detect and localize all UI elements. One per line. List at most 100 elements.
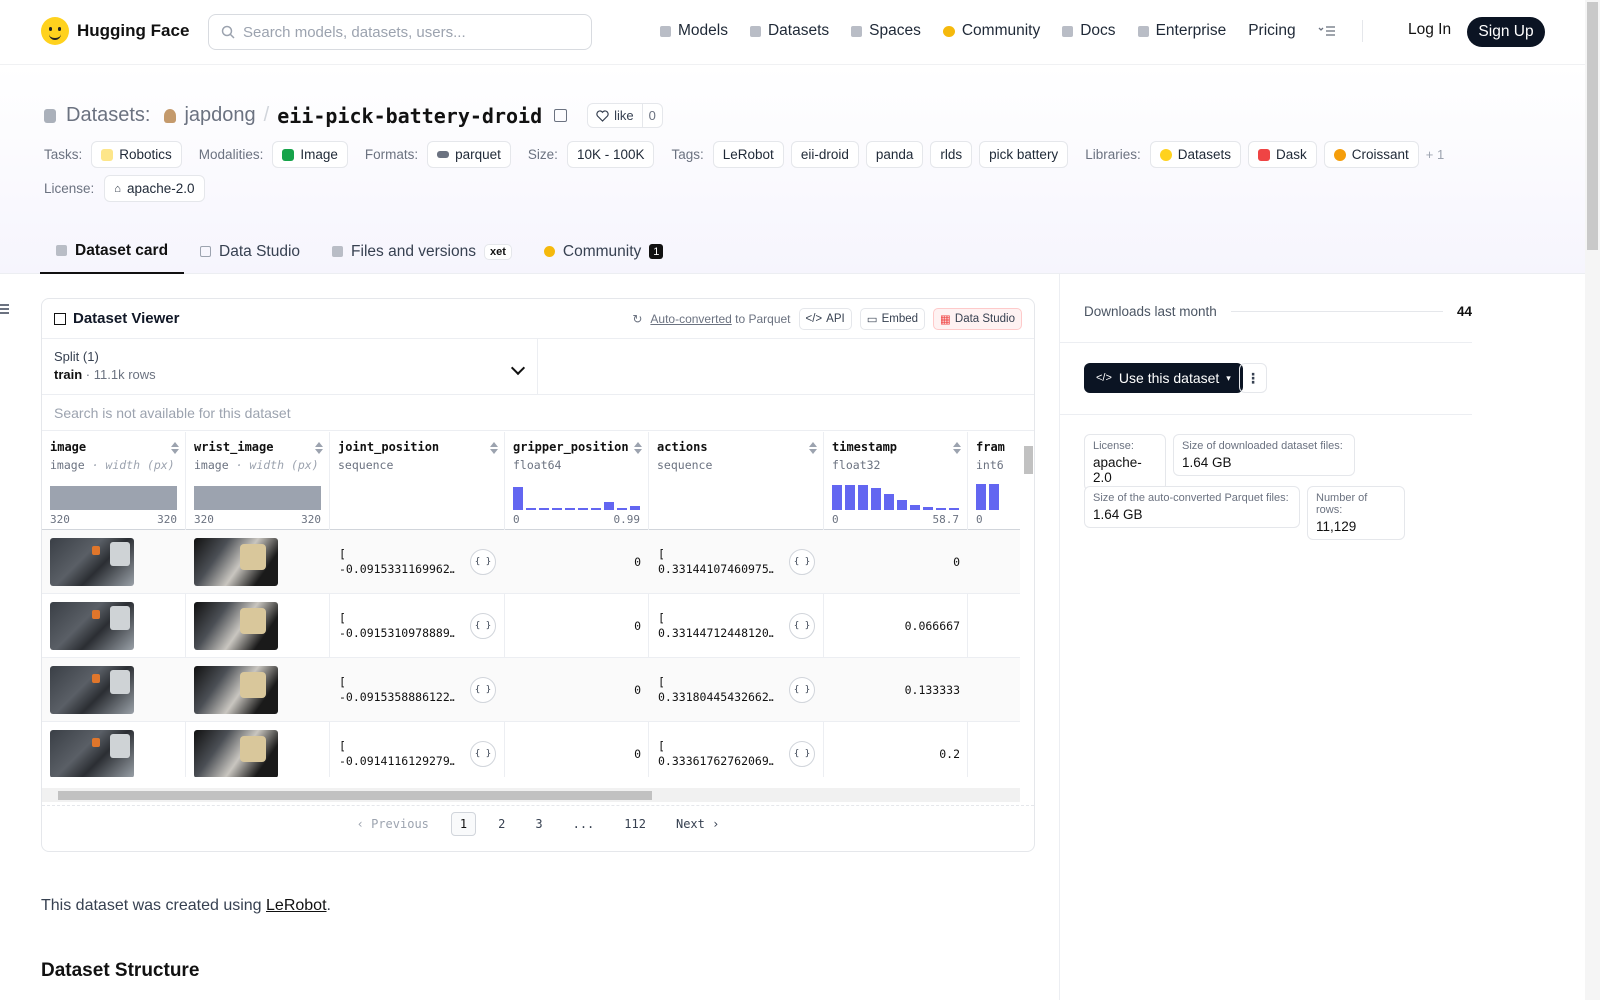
column-type: image xyxy=(50,458,85,472)
expand-json-button[interactable]: { } xyxy=(470,548,496,575)
image-thumbnail[interactable] xyxy=(50,729,134,777)
scrollbar-thumb[interactable] xyxy=(58,791,652,800)
tag-panda[interactable]: panda xyxy=(865,141,924,168)
page-scrollbar-thumb[interactable] xyxy=(1587,2,1598,250)
expand-json-button[interactable]: { } xyxy=(789,740,815,767)
sort-icon[interactable] xyxy=(171,442,179,454)
wrist-image-thumbnail[interactable] xyxy=(194,729,278,777)
global-search[interactable] xyxy=(208,14,592,50)
tab-files-versions[interactable]: Files and versions xet xyxy=(316,229,528,274)
docs-icon xyxy=(1062,25,1074,37)
sort-icon[interactable] xyxy=(490,442,498,454)
table-row[interactable]: [-0.0914116129279… { } 0 [0.333617627620… xyxy=(42,722,1020,777)
nav-pricing[interactable]: Pricing xyxy=(1248,22,1295,40)
table-row[interactable]: [-0.0915358886122… { } 0 [0.331804454326… xyxy=(42,658,1020,722)
image-thumbnail[interactable] xyxy=(50,665,134,714)
sort-icon[interactable] xyxy=(953,442,961,454)
like-button[interactable]: like 0 xyxy=(587,103,663,128)
column-header-actions[interactable]: actions sequence xyxy=(649,432,823,530)
nav-enterprise[interactable]: Enterprise xyxy=(1137,22,1226,40)
column-header-joint-position[interactable]: joint_position sequence xyxy=(330,432,504,530)
hist-bar xyxy=(976,484,986,510)
auto-converted-link[interactable]: Auto-converted xyxy=(650,312,731,326)
expand-json-button[interactable]: { } xyxy=(470,740,496,767)
tab-data-studio[interactable]: Data Studio xyxy=(184,229,316,274)
tag-format-parquet[interactable]: parquet xyxy=(427,141,511,168)
page-112[interactable]: 112 xyxy=(616,813,654,835)
search-input[interactable] xyxy=(243,23,573,41)
api-button[interactable]: </> API xyxy=(798,307,852,330)
expand-json-button[interactable]: { } xyxy=(789,548,815,575)
column-header-image[interactable]: image image · width (px) 320 320 xyxy=(42,432,185,530)
owner-link[interactable]: japdong xyxy=(184,104,255,127)
dataset-viewer: Dataset Viewer ↻ Auto-converted to Parqu… xyxy=(41,298,1035,852)
gripper-cell: 0 xyxy=(505,555,649,569)
page-scrollbar[interactable] xyxy=(1585,0,1600,1000)
tag-format-label: parquet xyxy=(455,147,501,162)
tag-lib-dask[interactable]: Dask xyxy=(1248,141,1317,168)
expand-json-button[interactable]: { } xyxy=(470,676,496,703)
column-header-timestamp[interactable]: timestamp float32 0 58.7 xyxy=(824,432,967,530)
nav-docs[interactable]: Docs xyxy=(1062,22,1116,40)
table-row[interactable]: [-0.0915331169962… { } 0 [0.331441074609… xyxy=(42,530,1020,594)
seq-value: -0.0915310978889… xyxy=(339,625,455,640)
table-row[interactable]: [-0.0915310978889… { } 0 [0.331447124481… xyxy=(42,594,1020,658)
tag-modality-image[interactable]: Image xyxy=(272,141,348,168)
sort-icon[interactable] xyxy=(315,442,323,454)
dataset-name[interactable]: eii-pick-battery-droid xyxy=(277,104,542,128)
page-1[interactable]: 1 xyxy=(450,811,477,836)
datasets-crumb[interactable]: Datasets: xyxy=(66,104,150,127)
signup-button[interactable]: Sign Up xyxy=(1467,17,1545,47)
table-vertical-scrollbar[interactable] xyxy=(1022,432,1034,794)
column-header-frame-index[interactable]: fram int6 0 xyxy=(968,432,1020,530)
gripper-cell: 0 xyxy=(505,683,649,697)
previous-page[interactable]: ‹ Previous xyxy=(349,813,437,835)
column-range: 0 xyxy=(976,513,1020,526)
split-select[interactable]: Split (1) train · 11.1k rows xyxy=(42,339,538,394)
tag-eii-droid[interactable]: eii-droid xyxy=(790,141,859,168)
nav-more-menu[interactable] xyxy=(1318,25,1336,37)
tag-lerobot[interactable]: LeRobot xyxy=(712,141,784,168)
image-thumbnail[interactable] xyxy=(50,601,134,650)
embed-button[interactable]: ▭ Embed xyxy=(859,307,926,330)
wrist-image-thumbnail[interactable] xyxy=(194,665,278,714)
expand-json-button[interactable]: { } xyxy=(789,612,815,639)
tag-pick-battery[interactable]: pick battery xyxy=(979,141,1069,168)
expand-json-button[interactable]: { } xyxy=(789,676,815,703)
expand-json-button[interactable]: { } xyxy=(470,612,496,639)
nav-community[interactable]: Community xyxy=(942,22,1040,40)
image-thumbnail[interactable] xyxy=(50,537,134,586)
tag-task-robotics[interactable]: Robotics xyxy=(91,141,182,168)
tag-lib-datasets[interactable]: Datasets xyxy=(1149,141,1241,168)
sidebar-toggle-icon[interactable] xyxy=(0,304,9,314)
page-3[interactable]: 3 xyxy=(527,813,550,835)
data-studio-button[interactable]: ▦ Data Studio xyxy=(933,307,1022,330)
tab-dataset-card[interactable]: Dataset card xyxy=(40,229,185,274)
nav-spaces[interactable]: Spaces xyxy=(851,22,921,40)
nav-models[interactable]: Models xyxy=(660,22,728,40)
lerobot-link[interactable]: LeRobot xyxy=(266,897,327,914)
tab-community[interactable]: Community 1 xyxy=(528,229,680,274)
datasets-lib-icon xyxy=(1159,148,1172,161)
login-link[interactable]: Log In xyxy=(1408,21,1451,39)
tag-size[interactable]: 10K - 100K xyxy=(566,141,655,168)
table-horizontal-scrollbar[interactable] xyxy=(42,788,1020,802)
wrist-image-thumbnail[interactable] xyxy=(194,537,278,586)
copy-icon[interactable] xyxy=(554,109,568,122)
tag-rlds[interactable]: rlds xyxy=(930,141,973,168)
more-options-button[interactable]: ⋮ xyxy=(1239,363,1267,393)
libraries-more[interactable]: + 1 xyxy=(1426,147,1444,162)
sort-icon[interactable] xyxy=(809,442,817,454)
tag-lib-croissant[interactable]: Croissant xyxy=(1323,141,1419,168)
column-header-wrist-image[interactable]: wrist_image image · width (px) 320 320 xyxy=(186,432,329,530)
scrollbar-thumb[interactable] xyxy=(1024,446,1033,474)
wrist-image-thumbnail[interactable] xyxy=(194,601,278,650)
nav-datasets[interactable]: Datasets xyxy=(749,22,829,40)
page-2[interactable]: 2 xyxy=(490,813,513,835)
next-page[interactable]: Next › xyxy=(668,813,727,835)
use-dataset-button[interactable]: </> Use this dataset ▾ xyxy=(1084,363,1243,393)
sort-icon[interactable] xyxy=(634,442,642,454)
tag-license[interactable]: ⌂ apache-2.0 xyxy=(104,175,205,202)
column-header-gripper-position[interactable]: gripper_position float64 0 0.99 xyxy=(505,432,648,530)
brand-logo[interactable]: Hugging Face xyxy=(41,17,189,45)
